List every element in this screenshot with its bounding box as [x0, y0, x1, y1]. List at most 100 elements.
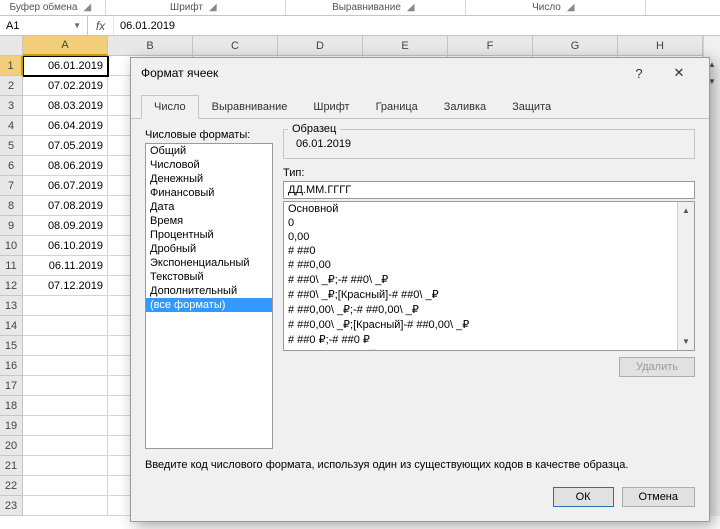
- row-header[interactable]: 1: [0, 56, 23, 76]
- close-button[interactable]: ✕: [659, 58, 699, 88]
- cell[interactable]: 07.02.2019: [23, 76, 108, 96]
- help-button[interactable]: ?: [619, 58, 659, 88]
- cell[interactable]: 08.03.2019: [23, 96, 108, 116]
- format-code-item[interactable]: 0,00: [284, 230, 677, 244]
- column-header[interactable]: C: [193, 36, 278, 56]
- row-header[interactable]: 15: [0, 336, 23, 356]
- format-code-item[interactable]: # ##0,00: [284, 258, 677, 272]
- row-header[interactable]: 17: [0, 376, 23, 396]
- name-box[interactable]: A1 ▼: [0, 16, 88, 35]
- format-code-item[interactable]: 0: [284, 216, 677, 230]
- dialog-tab[interactable]: Выравнивание: [199, 95, 301, 119]
- cell[interactable]: 07.05.2019: [23, 136, 108, 156]
- cell[interactable]: 08.09.2019: [23, 216, 108, 236]
- row-header[interactable]: 4: [0, 116, 23, 136]
- cell[interactable]: [23, 436, 108, 456]
- column-header[interactable]: F: [448, 36, 533, 56]
- row-header[interactable]: 8: [0, 196, 23, 216]
- format-category-item[interactable]: Текстовый: [146, 270, 272, 284]
- cell[interactable]: 06.10.2019: [23, 236, 108, 256]
- format-category-item[interactable]: Дата: [146, 200, 272, 214]
- row-header[interactable]: 20: [0, 436, 23, 456]
- format-code-item[interactable]: # ##0\ _₽;[Красный]-# ##0\ _₽: [284, 287, 677, 302]
- row-header[interactable]: 23: [0, 496, 23, 516]
- cell[interactable]: 06.07.2019: [23, 176, 108, 196]
- format-code-item[interactable]: # ##0: [284, 244, 677, 258]
- scroll-down-icon[interactable]: ▼: [678, 333, 694, 350]
- cell[interactable]: [23, 396, 108, 416]
- format-category-item[interactable]: Финансовый: [146, 186, 272, 200]
- row-header[interactable]: 12: [0, 276, 23, 296]
- chevron-down-icon[interactable]: ▼: [73, 21, 81, 30]
- row-header[interactable]: 3: [0, 96, 23, 116]
- type-input[interactable]: [283, 181, 695, 199]
- cell[interactable]: [23, 296, 108, 316]
- format-code-list[interactable]: Основной00,00# ##0# ##0,00# ##0\ _₽;-# #…: [284, 202, 677, 350]
- dialog-titlebar[interactable]: Формат ячеек ? ✕: [131, 58, 709, 88]
- format-code-item[interactable]: # ##0 ₽;-# ##0 ₽: [284, 332, 677, 347]
- format-category-item[interactable]: Экспоненциальный: [146, 256, 272, 270]
- format-code-item[interactable]: Основной: [284, 202, 677, 216]
- format-category-item[interactable]: (все форматы): [146, 298, 272, 312]
- column-header[interactable]: E: [363, 36, 448, 56]
- format-code-item[interactable]: # ##0,00\ _₽;-# ##0,00\ _₽: [284, 302, 677, 317]
- format-code-item[interactable]: # ##0 ₽;[Красный]-# ##0 ₽: [284, 347, 677, 350]
- format-category-item[interactable]: Время: [146, 214, 272, 228]
- format-category-item[interactable]: Дробный: [146, 242, 272, 256]
- fx-icon[interactable]: fx: [88, 16, 114, 35]
- row-header[interactable]: 2: [0, 76, 23, 96]
- cell[interactable]: [23, 356, 108, 376]
- format-category-item[interactable]: Денежный: [146, 172, 272, 186]
- dialog-tab[interactable]: Защита: [499, 95, 564, 119]
- delete-button[interactable]: Удалить: [619, 357, 695, 377]
- row-header[interactable]: 19: [0, 416, 23, 436]
- cell[interactable]: [23, 496, 108, 516]
- row-header[interactable]: 7: [0, 176, 23, 196]
- ok-button[interactable]: ОК: [553, 487, 614, 507]
- row-header[interactable]: 9: [0, 216, 23, 236]
- cell[interactable]: 06.11.2019: [23, 256, 108, 276]
- row-header[interactable]: 22: [0, 476, 23, 496]
- column-header[interactable]: A: [23, 36, 108, 56]
- column-header[interactable]: D: [278, 36, 363, 56]
- cell[interactable]: [23, 376, 108, 396]
- dialog-tab[interactable]: Шрифт: [300, 95, 362, 119]
- dialog-launcher-icon[interactable]: ◢: [83, 2, 95, 13]
- format-category-list[interactable]: ОбщийЧисловойДенежныйФинансовыйДатаВремя…: [145, 143, 273, 449]
- row-header[interactable]: 21: [0, 456, 23, 476]
- dialog-launcher-icon[interactable]: ◢: [209, 2, 221, 13]
- dialog-tab[interactable]: Заливка: [431, 95, 499, 119]
- scroll-up-icon[interactable]: ▲: [678, 202, 694, 219]
- row-header[interactable]: 16: [0, 356, 23, 376]
- cell[interactable]: [23, 456, 108, 476]
- column-header[interactable]: G: [533, 36, 618, 56]
- row-header[interactable]: 11: [0, 256, 23, 276]
- format-code-item[interactable]: # ##0\ _₽;-# ##0\ _₽: [284, 272, 677, 287]
- row-header[interactable]: 6: [0, 156, 23, 176]
- cell[interactable]: 06.04.2019: [23, 116, 108, 136]
- list-scrollbar[interactable]: ▲ ▼: [677, 202, 694, 350]
- dialog-launcher-icon[interactable]: ◢: [567, 2, 579, 13]
- row-header[interactable]: 14: [0, 316, 23, 336]
- column-header[interactable]: B: [108, 36, 193, 56]
- cell[interactable]: [23, 476, 108, 496]
- select-all-corner[interactable]: [0, 36, 23, 56]
- cell[interactable]: [23, 336, 108, 356]
- format-category-item[interactable]: Общий: [146, 144, 272, 158]
- dialog-launcher-icon[interactable]: ◢: [407, 2, 419, 13]
- row-header[interactable]: 13: [0, 296, 23, 316]
- cell[interactable]: [23, 416, 108, 436]
- dialog-tab[interactable]: Число: [141, 95, 199, 119]
- row-header[interactable]: 10: [0, 236, 23, 256]
- format-category-item[interactable]: Числовой: [146, 158, 272, 172]
- format-code-item[interactable]: # ##0,00\ _₽;[Красный]-# ##0,00\ _₽: [284, 317, 677, 332]
- cell[interactable]: 07.08.2019: [23, 196, 108, 216]
- format-category-item[interactable]: Дополнительный: [146, 284, 272, 298]
- dialog-tab[interactable]: Граница: [363, 95, 431, 119]
- formula-input[interactable]: 06.01.2019: [114, 16, 720, 35]
- cell[interactable]: 06.01.2019: [23, 56, 108, 76]
- cancel-button[interactable]: Отмена: [622, 487, 695, 507]
- cell[interactable]: 07.12.2019: [23, 276, 108, 296]
- row-header[interactable]: 5: [0, 136, 23, 156]
- cell[interactable]: [23, 316, 108, 336]
